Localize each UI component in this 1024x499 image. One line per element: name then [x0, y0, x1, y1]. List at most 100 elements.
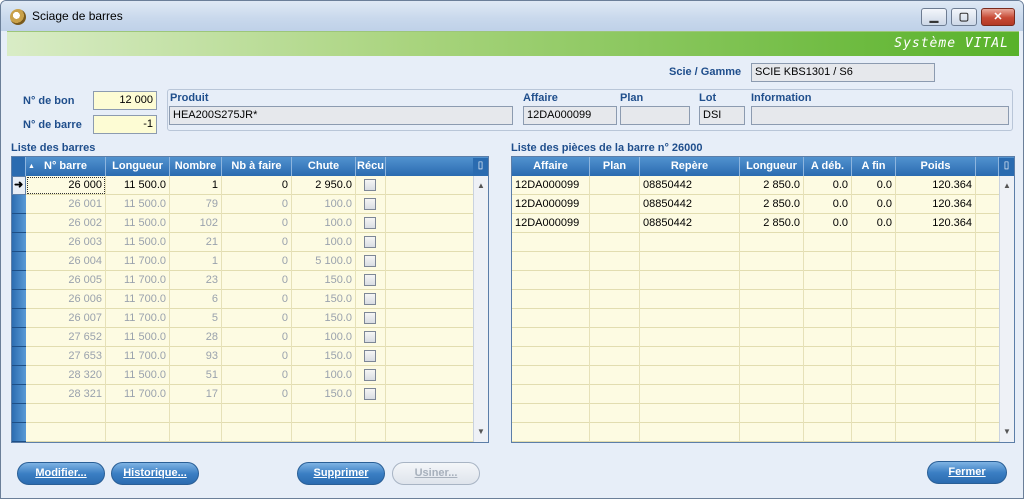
table-row[interactable]: 26 004 11 700.0 1 0 5 100.0: [26, 252, 473, 271]
bars-col-len[interactable]: Longueur: [106, 157, 170, 176]
table-row[interactable]: [512, 271, 999, 290]
maximize-button[interactable]: ▢: [951, 8, 977, 26]
table-row[interactable]: 26 007 11 700.0 5 0 150.0: [26, 309, 473, 328]
supprimer-button[interactable]: Supprimer: [297, 462, 385, 485]
table-row[interactable]: [512, 404, 999, 423]
bars-col-nb[interactable]: Nombre: [170, 157, 222, 176]
scroll-up-icon[interactable]: ▲: [1000, 179, 1014, 193]
recu-checkbox[interactable]: [364, 179, 376, 191]
table-row[interactable]: 27 653 11 700.0 93 0 150.0: [26, 347, 473, 366]
grid-settings-icon[interactable]: ▯: [999, 158, 1014, 175]
row-selector[interactable]: [12, 328, 26, 347]
table-row[interactable]: 28 320 11 500.0 51 0 100.0: [26, 366, 473, 385]
recu-checkbox[interactable]: [364, 217, 376, 229]
table-row[interactable]: 12DA000099 08850442 2 850.0 0.0 0.0 120.364: [512, 176, 999, 195]
cell-len: [740, 404, 804, 423]
row-selector[interactable]: [12, 271, 26, 290]
row-selector[interactable]: [12, 214, 26, 233]
recu-checkbox[interactable]: [364, 255, 376, 267]
table-row[interactable]: [512, 385, 999, 404]
pieces-col-adeb[interactable]: A déb.: [804, 157, 852, 176]
table-row[interactable]: 26 006 11 700.0 6 0 150.0: [26, 290, 473, 309]
cell-affaire: [512, 290, 590, 309]
pieces-scrollbar[interactable]: ▲ ▼: [999, 176, 1014, 442]
table-row[interactable]: [512, 290, 999, 309]
scroll-up-icon[interactable]: ▲: [474, 179, 488, 193]
table-row[interactable]: [512, 423, 999, 442]
recu-checkbox[interactable]: [364, 369, 376, 381]
row-selector[interactable]: [12, 290, 26, 309]
table-row[interactable]: [512, 347, 999, 366]
bars-col-num[interactable]: ▲ N° barre: [26, 157, 106, 176]
recu-checkbox[interactable]: [364, 274, 376, 286]
modifier-button[interactable]: Modifier...: [17, 462, 105, 485]
pieces-col-plan[interactable]: Plan: [590, 157, 640, 176]
grid-settings-icon[interactable]: ▯: [473, 158, 488, 175]
row-selector[interactable]: [12, 385, 26, 404]
info-field[interactable]: [751, 106, 1009, 125]
table-row[interactable]: [512, 252, 999, 271]
scroll-down-icon[interactable]: ▼: [474, 425, 488, 439]
recu-checkbox[interactable]: [364, 236, 376, 248]
scie-field[interactable]: SCIE KBS1301 / S6: [751, 63, 935, 82]
table-row[interactable]: 26 000 11 500.0 1 0 2 950.0: [26, 176, 473, 195]
fermer-button[interactable]: Fermer: [927, 461, 1007, 484]
row-selector[interactable]: [12, 309, 26, 328]
minimize-button[interactable]: ▁: [921, 8, 947, 26]
bars-col-chute[interactable]: Chute: [292, 157, 356, 176]
cell-nb: 21: [170, 233, 222, 252]
plan-field[interactable]: [620, 106, 690, 125]
cell-len: [740, 290, 804, 309]
table-row[interactable]: 27 652 11 500.0 28 0 100.0: [26, 328, 473, 347]
table-row[interactable]: 26 001 11 500.0 79 0 100.0: [26, 195, 473, 214]
pieces-col-afin[interactable]: A fin: [852, 157, 896, 176]
pieces-col-poids[interactable]: Poids: [896, 157, 976, 176]
lot-field[interactable]: DSI: [699, 106, 745, 125]
row-selector[interactable]: [12, 423, 26, 442]
close-button[interactable]: ✕: [981, 8, 1015, 26]
table-row[interactable]: [512, 309, 999, 328]
bars-col-todo[interactable]: Nb à faire: [222, 157, 292, 176]
table-row[interactable]: 12DA000099 08850442 2 850.0 0.0 0.0 120.364: [512, 214, 999, 233]
table-row[interactable]: 28 321 11 700.0 17 0 150.0: [26, 385, 473, 404]
recu-checkbox[interactable]: [364, 293, 376, 305]
recu-checkbox[interactable]: [364, 331, 376, 343]
bars-scrollbar[interactable]: ▲ ▼: [473, 176, 488, 442]
affaire-field[interactable]: 12DA000099: [523, 106, 617, 125]
table-row[interactable]: [26, 423, 473, 442]
pieces-col-repere[interactable]: Repère: [640, 157, 740, 176]
cell-adeb: [804, 404, 852, 423]
historique-button[interactable]: Historique...: [111, 462, 199, 485]
table-row[interactable]: 26 003 11 500.0 21 0 100.0: [26, 233, 473, 252]
recu-checkbox[interactable]: [364, 198, 376, 210]
cell-affaire: [512, 423, 590, 442]
table-row[interactable]: [512, 366, 999, 385]
produit-field[interactable]: HEA200S275JR*: [169, 106, 513, 125]
row-selector[interactable]: [12, 347, 26, 366]
cell-chute: 100.0: [292, 366, 356, 385]
table-row[interactable]: 26 005 11 700.0 23 0 150.0: [26, 271, 473, 290]
row-selector[interactable]: [12, 233, 26, 252]
cell-plan: [590, 366, 640, 385]
recu-checkbox[interactable]: [364, 388, 376, 400]
row-selector[interactable]: [12, 366, 26, 385]
recu-checkbox[interactable]: [364, 312, 376, 324]
bars-col-recu[interactable]: Récu: [356, 157, 386, 176]
table-row[interactable]: 12DA000099 08850442 2 850.0 0.0 0.0 120.364: [512, 195, 999, 214]
usiner-button[interactable]: Usiner...: [392, 462, 480, 485]
table-row[interactable]: [512, 328, 999, 347]
row-selector[interactable]: [12, 404, 26, 423]
table-row[interactable]: 26 002 11 500.0 102 0 100.0: [26, 214, 473, 233]
barre-field[interactable]: -1: [93, 115, 157, 134]
pieces-col-len[interactable]: Longueur: [740, 157, 804, 176]
row-selector[interactable]: [12, 195, 26, 214]
table-row[interactable]: [512, 233, 999, 252]
scroll-down-icon[interactable]: ▼: [1000, 425, 1014, 439]
row-selector[interactable]: [12, 252, 26, 271]
cell-plan: [590, 271, 640, 290]
current-row-arrow-icon[interactable]: [12, 176, 26, 195]
recu-checkbox[interactable]: [364, 350, 376, 362]
table-row[interactable]: [26, 404, 473, 423]
bon-field[interactable]: 12 000: [93, 91, 157, 110]
pieces-col-affaire[interactable]: Affaire: [512, 157, 590, 176]
